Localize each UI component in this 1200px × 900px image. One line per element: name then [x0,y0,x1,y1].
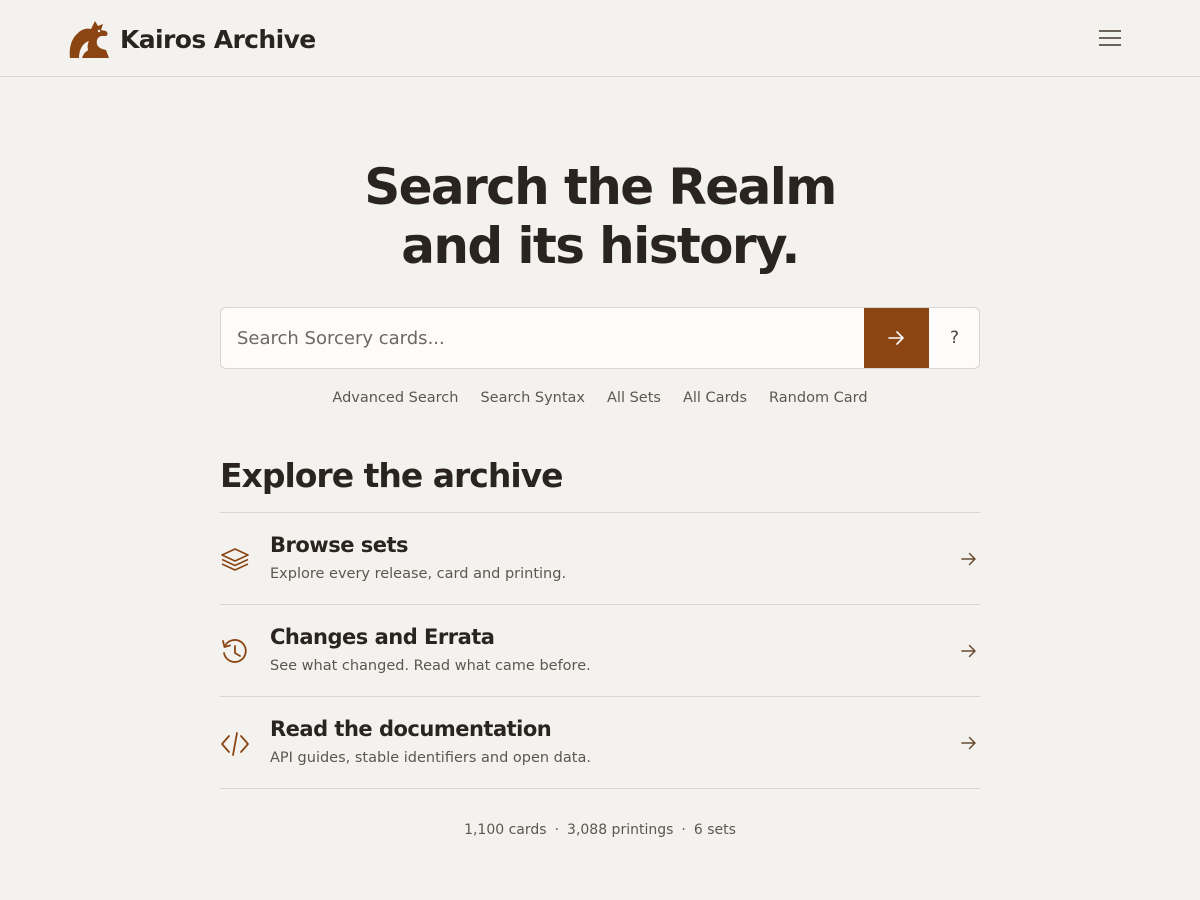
arrow-right-icon [961,736,976,750]
stat-separator: · [554,822,560,838]
menu-button[interactable] [1096,26,1124,50]
explore-item-description: API guides, stable identifiers and open … [270,750,591,766]
explore-list: Browse sets Explore every release, card … [220,512,980,789]
search-submit-button[interactable] [864,308,929,368]
explore-item-changes-errata[interactable]: Changes and Errata See what changed. Rea… [220,605,980,697]
explore-item-description: See what changed. Read what came before. [270,658,591,674]
layers-icon [221,548,249,571]
explore-title: Explore the archive [220,456,564,495]
explore-item-browse-sets[interactable]: Browse sets Explore every release, card … [220,513,980,605]
history-icon [222,639,247,663]
explore-item-title: Browse sets [270,533,409,557]
top-bar: Kairos Archive [0,0,1200,77]
explore-item-documentation[interactable]: Read the documentation API guides, stabl… [220,697,980,789]
stat-sets: 6 sets [693,822,736,838]
search-help-button[interactable]: ? [929,308,979,368]
brand-name: Kairos Archive [120,24,316,54]
explore-item-title: Read the documentation [270,717,552,741]
stats-bar: 1,100 cards · 3,088 printings · 6 sets [0,822,1200,838]
arrow-right-icon [888,331,904,345]
hero-title: Search the Realm and its history. [0,158,1200,276]
dragon-icon [69,21,109,58]
explore-item-title: Changes and Errata [270,625,495,649]
code-icon [221,732,249,756]
stat-cards: 1,100 cards [464,822,547,838]
hero-title-line1: Search the Realm [364,158,837,216]
link-search-syntax[interactable]: Search Syntax [480,388,585,408]
stat-printings: 3,088 printings [567,822,674,838]
quick-links: Advanced Search Search Syntax All Sets A… [0,388,1200,408]
hero-title-line2: and its history. [401,217,800,275]
link-all-sets[interactable]: All Sets [607,388,661,408]
arrow-right-icon [961,644,976,658]
explore-item-description: Explore every release, card and printing… [270,566,567,582]
link-random-card[interactable]: Random Card [769,388,868,408]
link-advanced-search[interactable]: Advanced Search [332,388,458,408]
brand-link[interactable]: Kairos Archive [68,18,316,60]
link-all-cards[interactable]: All Cards [683,388,747,408]
arrow-right-icon [961,552,976,566]
search-box: ? [220,307,980,369]
search-input[interactable] [221,308,865,368]
stat-separator: · [681,822,686,838]
